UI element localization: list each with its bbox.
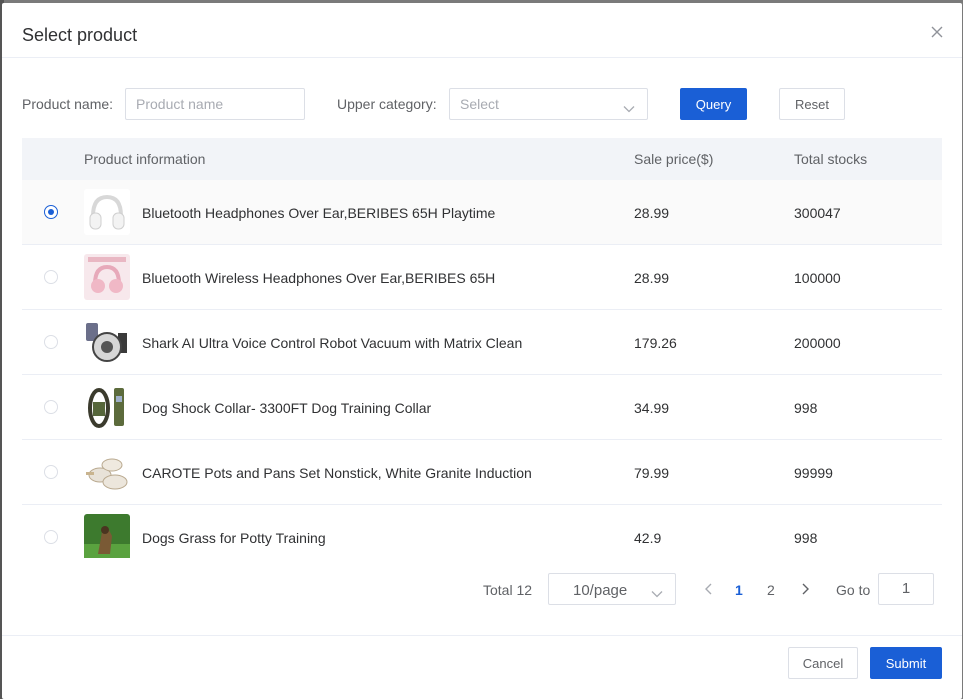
table-row[interactable]: Dogs Grass for Potty Training 42.9 998 [22, 505, 942, 558]
dialog-title: Select product [22, 25, 138, 45]
close-icon[interactable] [930, 25, 944, 39]
product-price: 34.99 [634, 400, 670, 416]
chevron-down-icon [623, 100, 635, 116]
reset-button[interactable]: Reset [779, 88, 845, 120]
product-name-input[interactable] [126, 89, 304, 119]
pink-headphones-image [84, 254, 130, 300]
chevron-down-icon [651, 585, 663, 601]
query-button[interactable]: Query [680, 88, 747, 120]
table-header: Product information Sale price($) Total … [22, 138, 942, 180]
row-radio[interactable] [44, 400, 58, 414]
page-2[interactable]: 2 [767, 582, 775, 598]
product-name-field[interactable] [125, 88, 305, 120]
cancel-button[interactable]: Cancel [788, 647, 858, 679]
upper-category-select[interactable]: Select [449, 88, 648, 120]
row-radio[interactable] [44, 335, 58, 349]
pagination: Total 12 10/page 1 2 Go to 1 [2, 573, 962, 605]
product-stock: 300047 [794, 205, 841, 221]
dialog-header: Select product [2, 3, 962, 58]
filter-bar: Product name: Upper category: Select Que… [22, 88, 942, 120]
product-name: Shark AI Ultra Voice Control Robot Vacuu… [142, 335, 523, 351]
page-size-select[interactable]: 10/page [548, 573, 676, 605]
header-sale-price: Sale price($) [634, 151, 714, 167]
chevron-left-icon[interactable] [702, 582, 716, 596]
page-size-value: 10/page [573, 582, 628, 599]
row-radio[interactable] [44, 530, 58, 544]
row-radio[interactable] [44, 205, 58, 219]
header-product-information: Product information [84, 151, 206, 167]
product-name: Bluetooth Headphones Over Ear,BERIBES 65… [142, 205, 496, 221]
chevron-right-icon[interactable] [798, 582, 812, 596]
product-price: 28.99 [634, 270, 670, 286]
select-product-dialog: Select product Product name: Upper categ… [2, 3, 962, 699]
table-row[interactable]: Shark AI Ultra Voice Control Robot Vacuu… [22, 310, 942, 375]
row-radio[interactable] [44, 465, 58, 479]
table-row[interactable]: CAROTE Pots and Pans Set Nonstick, White… [22, 440, 942, 505]
product-stock: 200000 [794, 335, 841, 351]
table-row[interactable]: Bluetooth Headphones Over Ear,BERIBES 65… [22, 180, 942, 245]
dog-grass-image [84, 514, 130, 558]
product-price: 28.99 [634, 205, 670, 221]
dialog-footer: Cancel Submit [2, 635, 962, 699]
product-name: CAROTE Pots and Pans Set Nonstick, White… [142, 465, 532, 481]
product-price: 42.9 [634, 530, 662, 546]
white-headphones-image [84, 189, 130, 235]
pagination-total: Total 12 [483, 582, 533, 598]
product-price: 179.26 [634, 335, 677, 351]
page-1[interactable]: 1 [735, 582, 743, 598]
table-row[interactable]: Dog Shock Collar- 3300FT Dog Training Co… [22, 375, 942, 440]
upper-category-value: Select [460, 96, 499, 112]
product-price: 79.99 [634, 465, 670, 481]
robot-vacuum-image [84, 319, 130, 365]
product-stock: 998 [794, 400, 818, 416]
goto-label: Go to [836, 582, 871, 598]
row-radio[interactable] [44, 270, 58, 284]
submit-button[interactable]: Submit [870, 647, 942, 679]
product-stock: 998 [794, 530, 818, 546]
product-table: Product information Sale price($) Total … [22, 138, 942, 558]
product-name: Dog Shock Collar- 3300FT Dog Training Co… [142, 400, 432, 416]
dog-collar-image [84, 384, 130, 430]
product-name: Bluetooth Wireless Headphones Over Ear,B… [142, 270, 496, 286]
upper-category-label: Upper category: [337, 96, 437, 112]
product-stock: 100000 [794, 270, 841, 286]
table-row[interactable]: Bluetooth Wireless Headphones Over Ear,B… [22, 245, 942, 310]
product-name-label: Product name: [22, 96, 114, 112]
product-stock: 99999 [794, 465, 833, 481]
product-name: Dogs Grass for Potty Training [142, 530, 326, 546]
header-total-stocks: Total stocks [794, 151, 868, 167]
cookware-set-image [84, 449, 130, 495]
goto-input[interactable]: 1 [878, 573, 934, 605]
